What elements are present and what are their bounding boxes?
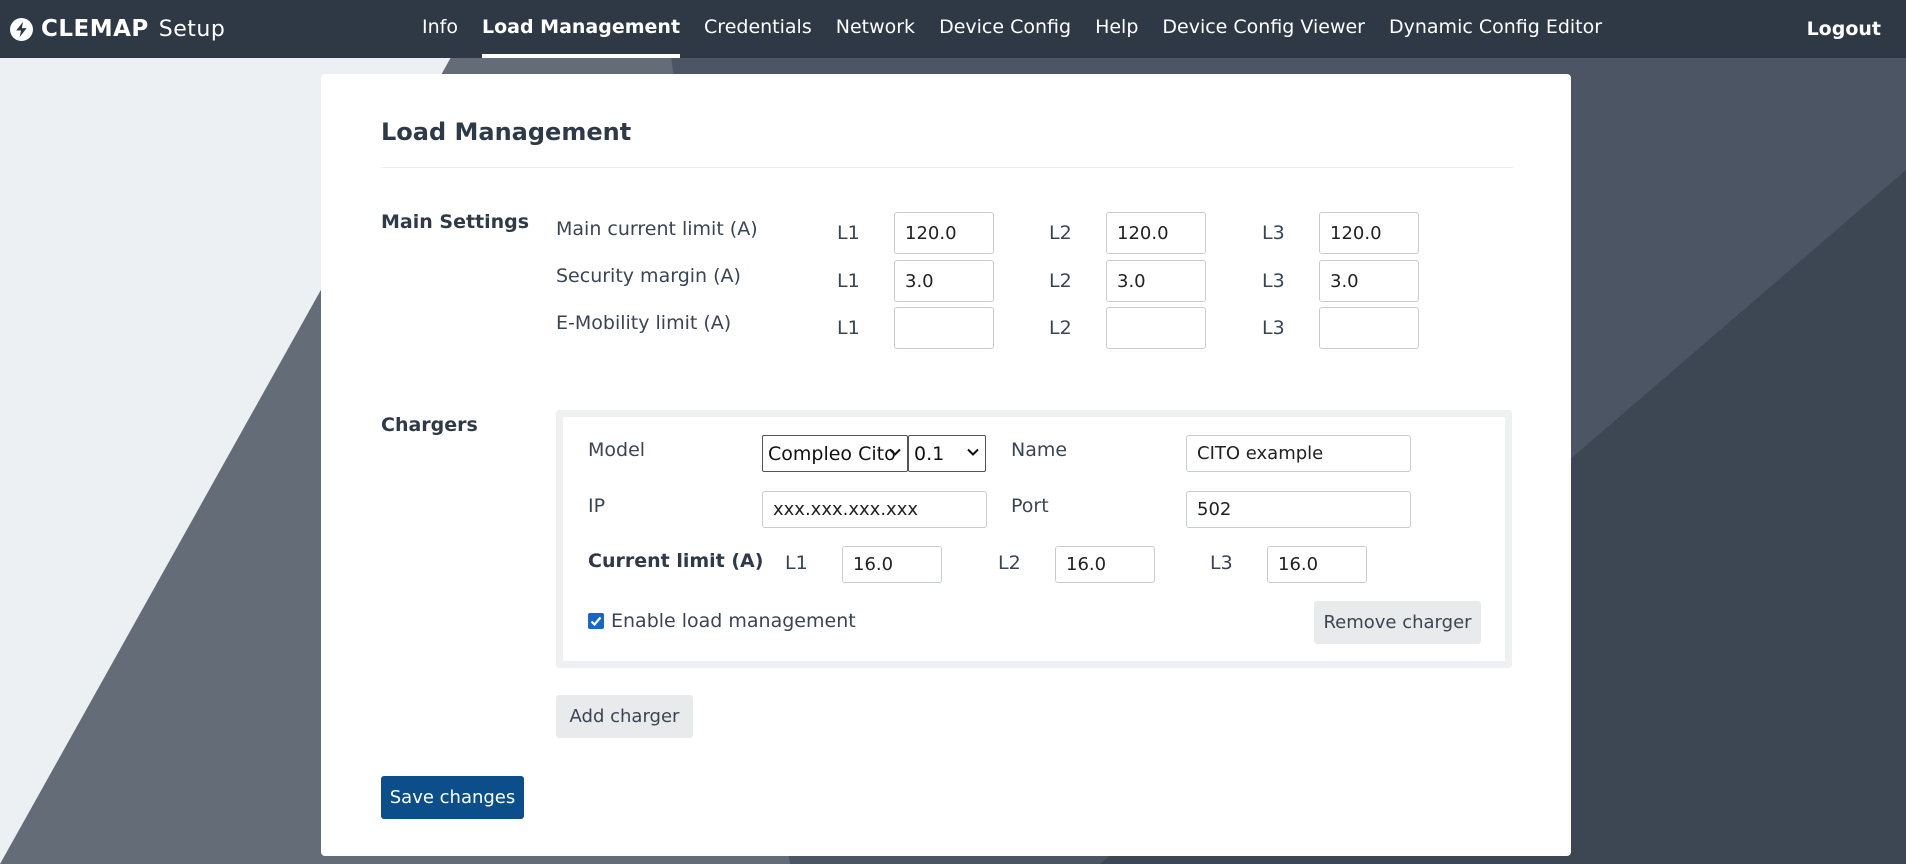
security-margin-l2-input[interactable] [1106,260,1206,302]
phase-label-l3: L3 [1262,317,1285,339]
charger-current-l1-input[interactable] [842,546,942,583]
phase-label-l3: L3 [1262,222,1285,244]
lightning-logo-icon [10,17,33,41]
e-mobility-limit-label: E-Mobility limit (A) [556,312,732,334]
main-current-limit-l1-input[interactable] [894,212,994,254]
checkmark-icon [590,616,602,627]
model-select[interactable]: Compleo Cito [762,435,908,472]
title-divider [381,167,1513,168]
current-limit-label: Current limit (A) [588,550,764,572]
top-navbar: CLEMAP Setup Info Load Management Creden… [0,0,1906,58]
port-label: Port [1011,495,1049,517]
version-select-value: 0.1 [914,442,945,465]
enable-load-management-label[interactable]: Enable load management [611,610,856,632]
charger-current-l2-input[interactable] [1055,546,1155,583]
phase-label-l1: L1 [837,317,860,339]
main-current-limit-l2-input[interactable] [1106,212,1206,254]
phase-label-l2: L2 [998,552,1021,574]
phase-label-l1: L1 [837,222,860,244]
page-title: Load Management [381,118,632,146]
model-select-value: Compleo Cito [768,442,896,465]
e-mobility-limit-l1-input[interactable] [894,307,994,349]
chevron-down-icon [967,448,979,456]
brand-name: CLEMAP [41,16,149,42]
nav-item-load-management[interactable]: Load Management [470,0,692,58]
brand-suffix: Setup [158,16,226,42]
charger-port-input[interactable] [1186,491,1411,528]
phase-label-l2: L2 [1049,317,1072,339]
phase-label-l3: L3 [1262,270,1285,292]
phase-label-l1: L1 [837,270,860,292]
e-mobility-limit-l2-input[interactable] [1106,307,1206,349]
enable-load-management-checkbox[interactable] [588,613,604,629]
phase-label-l2: L2 [1049,270,1072,292]
charger-card: Model Compleo Cito 0.1 Name IP Port Curr… [556,410,1512,668]
nav-item-device-config[interactable]: Device Config [927,0,1083,58]
nav-item-info[interactable]: Info [410,0,470,58]
main-current-limit-label: Main current limit (A) [556,218,758,240]
phase-label-l3: L3 [1210,552,1233,574]
charger-name-input[interactable] [1186,435,1411,472]
charger-current-l3-input[interactable] [1267,546,1367,583]
name-label: Name [1011,439,1068,461]
ip-label: IP [588,495,606,517]
version-select[interactable]: 0.1 [908,435,986,472]
e-mobility-limit-l3-input[interactable] [1319,307,1419,349]
main-settings-heading: Main Settings [381,211,530,233]
nav-item-device-config-viewer[interactable]: Device Config Viewer [1150,0,1377,58]
chargers-heading: Chargers [381,414,478,436]
security-margin-l1-input[interactable] [894,260,994,302]
security-margin-l3-input[interactable] [1319,260,1419,302]
remove-charger-button[interactable]: Remove charger [1314,601,1481,644]
nav-item-credentials[interactable]: Credentials [692,0,824,58]
nav-links: Info Load Management Credentials Network… [410,0,1614,58]
phase-label-l2: L2 [1049,222,1072,244]
chevron-down-icon [889,448,901,456]
phase-label-l1: L1 [785,552,808,574]
load-management-card: Load Management Main Settings Main curre… [321,74,1571,856]
nav-item-help[interactable]: Help [1083,0,1150,58]
nav-item-network[interactable]: Network [824,0,927,58]
brand[interactable]: CLEMAP Setup [10,13,225,45]
logout-link[interactable]: Logout [1807,0,1881,58]
save-changes-button[interactable]: Save changes [381,776,524,819]
security-margin-label: Security margin (A) [556,265,741,287]
model-label: Model [588,439,646,461]
nav-item-dynamic-config-editor[interactable]: Dynamic Config Editor [1377,0,1614,58]
main-current-limit-l3-input[interactable] [1319,212,1419,254]
charger-ip-input[interactable] [762,491,987,528]
add-charger-button[interactable]: Add charger [556,695,693,738]
